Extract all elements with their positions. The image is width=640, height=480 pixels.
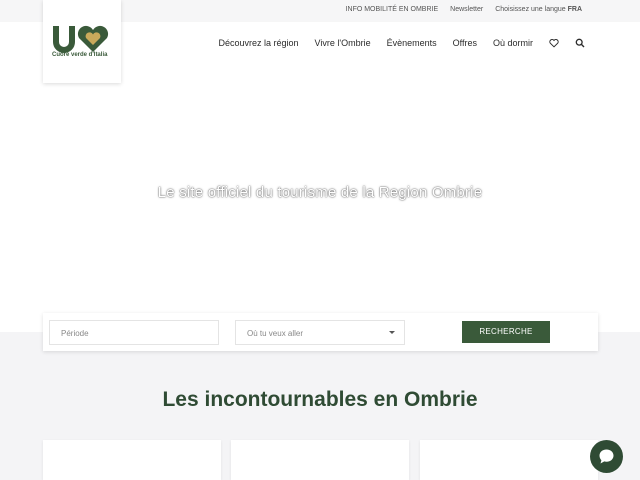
heart-icon[interactable]	[549, 38, 559, 48]
destination-select[interactable]: Où tu veux aller	[235, 320, 405, 345]
section-title: Les incontournables en Ombrie	[162, 388, 478, 411]
info-mobility-link[interactable]: INFO MOBILITÉ EN OMBRIE	[346, 6, 439, 13]
highlight-card[interactable]	[43, 440, 221, 480]
highlight-card[interactable]	[420, 440, 598, 480]
nav-item-live[interactable]: Vivre l'Ombrie	[315, 38, 371, 48]
nav-item-where-to-sleep[interactable]: Où dormir	[493, 38, 533, 48]
logo-tagline: Cuore verde d'Italia	[52, 52, 108, 58]
um-heart-logo-icon	[53, 25, 109, 53]
utility-links: INFO MOBILITÉ EN OMBRIE Newsletter Chois…	[346, 6, 582, 13]
search-bar: Période Où tu veux aller RECHERCHE	[43, 313, 598, 351]
search-icon[interactable]	[575, 38, 585, 48]
search-button[interactable]: RECHERCHE	[462, 321, 550, 343]
highlight-card[interactable]	[231, 440, 409, 480]
hero-title: Le site officiel du tourisme de la Regio…	[157, 184, 483, 201]
language-value: FRA	[567, 6, 582, 13]
period-input[interactable]: Période	[49, 320, 219, 345]
language-selector[interactable]: Choisissez une langue FRA	[495, 6, 582, 13]
nav-item-events[interactable]: Évènements	[387, 38, 437, 48]
caret-down-icon	[389, 331, 395, 334]
main-nav: Découvrez la région Vivre l'Ombrie Évène…	[218, 38, 585, 48]
destination-placeholder: Où tu veux aller	[247, 329, 304, 338]
chat-bubble-icon	[599, 449, 614, 464]
chat-button[interactable]	[590, 440, 623, 473]
site-logo[interactable]: Cuore verde d'Italia	[43, 0, 121, 83]
nav-item-offers[interactable]: Offres	[453, 38, 477, 48]
nav-item-discover[interactable]: Découvrez la région	[218, 38, 298, 48]
language-label: Choisissez une langue	[495, 6, 566, 13]
newsletter-link[interactable]: Newsletter	[450, 6, 483, 13]
period-placeholder: Période	[61, 329, 89, 338]
